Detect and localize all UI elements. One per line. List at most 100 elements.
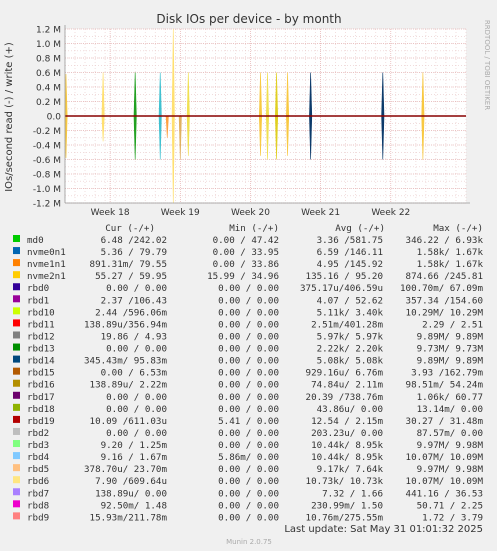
x-tick-label: Week 22	[371, 208, 410, 218]
legend-cur-value: 378.70u/ 23.70m	[84, 464, 167, 475]
legend-avg-value: 375.17u/406.59u	[300, 283, 383, 294]
legend-swatch	[13, 452, 20, 460]
legend-swatch	[13, 427, 20, 435]
legend-max-value: 874.66 /245.81	[406, 271, 483, 282]
legend-device-name: rbd12	[27, 331, 55, 342]
legend-swatch	[13, 331, 20, 339]
legend-min-value: 0.00 / 0.00	[218, 380, 279, 391]
legend-cur-value: 138.89u/ 2.22m	[90, 380, 168, 391]
legend-avg-value: 10.44k/ 8.95k	[311, 452, 383, 463]
legend-swatch	[13, 247, 20, 255]
legend-device-name: rbd5	[27, 464, 49, 475]
chart-canvas: Disk IOs per device - by month IOs/secon…	[0, 0, 497, 551]
legend-avg-value: 2.51m/401.28m	[311, 319, 383, 330]
legend-cur-value: 0.00 / 0.00	[106, 392, 167, 403]
legend-cur-value: 0.00 / 6.53m	[101, 368, 168, 379]
legend-min-value: 0.00 / 0.00	[218, 356, 279, 367]
legend-avg-value: 135.16 / 95.20	[306, 271, 383, 282]
legend-cur-value: 345.43m/ 95.83m	[84, 356, 167, 367]
y-axis-label: IOs/second read (-) / write (+)	[4, 42, 15, 192]
chart-title: Disk IOs per device - by month	[156, 12, 341, 26]
y-tick-label: 1.0 M	[36, 40, 61, 50]
legend-cur-value: 891.31m/ 79.55	[90, 259, 167, 270]
legend-device-name: nvme2n1	[27, 271, 66, 282]
legend-cur-value: 19.86 / 4.93	[101, 331, 167, 342]
legend-min-value: 0.00 / 0.00	[218, 283, 279, 294]
legend-cur-value: 138.89u/356.94m	[84, 319, 167, 330]
legend-device-name: rbd10	[27, 307, 55, 318]
legend-avg-value: 203.23u/ 0.00	[311, 428, 383, 439]
legend-max-value: 1.58k/ 1.67k	[417, 259, 484, 270]
legend-max-value: 100.70m/ 67.09m	[400, 283, 483, 294]
last-update: Last update: Sat May 31 01:01:32 2025	[284, 524, 483, 535]
legend-header-cur: Cur (-/+)	[105, 223, 155, 234]
legend-avg-value: 5.97k/ 5.97k	[317, 331, 384, 342]
legend-swatch	[13, 379, 20, 387]
legend-max-value: 98.51m/ 54.24m	[406, 380, 484, 391]
y-tick-label: -0.4 M	[33, 142, 61, 152]
legend-device-name: nvme1n1	[27, 259, 66, 270]
legend-max-value: 1.06k/ 60.77	[417, 392, 483, 403]
y-tick-label: -0.8 M	[33, 171, 61, 181]
legend-min-value: 0.00 / 0.00	[218, 404, 279, 415]
legend-swatch	[13, 488, 20, 496]
legend-avg-value: 10.76m/275.55m	[306, 512, 384, 523]
legend-avg-value: 74.84u/ 2.11m	[311, 380, 383, 391]
legend-avg-value: 9.17k/ 7.64k	[317, 464, 384, 475]
legend-device-name: rbd4	[27, 452, 50, 463]
legend-cur-value: 138.89u/ 0.00	[95, 488, 167, 499]
y-tick-label: 1.2 M	[36, 26, 61, 36]
legend-min-value: 5.86m/ 0.00	[218, 452, 279, 463]
legend-max-value: 441.16 / 36.53	[406, 488, 483, 499]
legend-max-value: 357.34 /154.60	[406, 295, 483, 306]
legend-avg-value: 12.54 / 2.15m	[311, 416, 383, 427]
x-tick-label: Week 19	[161, 208, 200, 218]
y-tick-label: -0.2 M	[33, 127, 61, 137]
legend-max-value: 346.22 / 6.93k	[406, 235, 484, 246]
y-tick-label: 0.2 M	[36, 98, 61, 108]
legend-avg-value: 20.39 /738.76m	[306, 392, 384, 403]
legend-device-name: rbd7	[27, 488, 49, 499]
munin-version: Munin 2.0.75	[226, 538, 272, 546]
legend-min-value: 0.00 / 0.00	[218, 440, 279, 451]
legend-device-name: md0	[27, 235, 44, 246]
legend-device-name: rbd6	[27, 476, 49, 487]
legend-device-name: rbd18	[27, 404, 55, 415]
legend-swatch	[13, 283, 20, 291]
legend-max-value: 10.29M/ 10.29M	[406, 307, 484, 318]
legend-avg-value: 5.11k/ 3.40k	[317, 307, 384, 318]
legend-swatch	[13, 343, 20, 351]
legend-swatch	[13, 355, 20, 363]
legend-avg-value: 43.86u/ 0.00	[317, 404, 383, 415]
legend-device-name: rbd16	[27, 380, 55, 391]
legend-avg-value: 6.59 /146.11	[317, 247, 383, 258]
legend-swatch	[13, 259, 20, 267]
legend-avg-value: 3.36 /581.75	[317, 235, 383, 246]
legend-swatch	[13, 512, 20, 520]
legend-avg-value: 7.32 / 1.66	[322, 488, 383, 499]
legend-max-value: 9.89M/ 9.89M	[417, 331, 484, 342]
legend-max-value: 87.57m/ 0.00	[417, 428, 483, 439]
legend-cur-value: 10.09 /611.03u	[90, 416, 167, 427]
legend-avg-value: 4.07 / 52.62	[317, 295, 383, 306]
legend-swatch	[13, 464, 20, 472]
legend-device-name: rbd9	[27, 512, 49, 523]
legend-swatch	[13, 319, 20, 327]
legend-max-value: 9.97M/ 9.98M	[417, 464, 484, 475]
legend-cur-value: 55.27 / 59.95	[95, 271, 167, 282]
legend-min-value: 0.00 / 0.00	[218, 331, 279, 342]
legend-avg-value: 2.22k/ 2.20k	[317, 344, 384, 355]
legend-swatch	[13, 415, 20, 423]
legend-cur-value: 0.00 / 0.00	[106, 283, 167, 294]
legend-cur-value: 15.93m/211.78m	[90, 512, 168, 523]
legend-swatch	[13, 500, 20, 508]
legend-device-name: rbd14	[27, 356, 55, 367]
legend-swatch	[13, 307, 20, 315]
legend-header-min: Min (-/+)	[229, 223, 279, 234]
legend-cur-value: 9.16 / 1.67m	[101, 452, 168, 463]
legend-device-name: rbd0	[27, 283, 49, 294]
legend-device-name: rbd15	[27, 368, 55, 379]
legend-cur-value: 0.00 / 0.00	[106, 344, 167, 355]
legend-cur-value: 0.00 / 0.00	[106, 428, 167, 439]
x-tick-label: Week 20	[231, 208, 270, 218]
